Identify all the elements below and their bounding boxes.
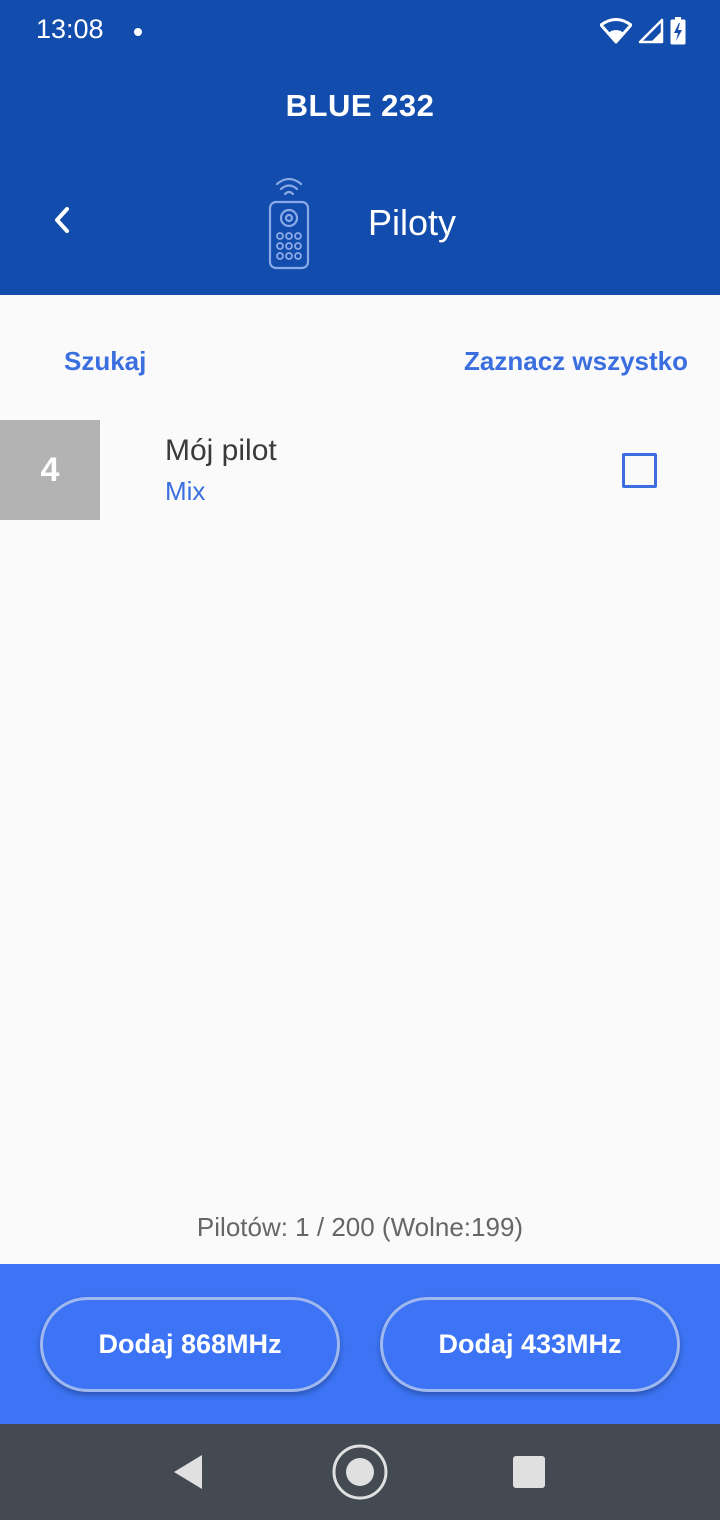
remote-select-checkbox[interactable] bbox=[622, 453, 657, 488]
bottom-action-bar: Dodaj 868MHz Dodaj 433MHz bbox=[0, 1264, 720, 1424]
add-433mhz-button[interactable]: Dodaj 433MHz bbox=[380, 1297, 680, 1392]
add-868mhz-button[interactable]: Dodaj 868MHz bbox=[40, 1297, 340, 1392]
cellular-signal-icon bbox=[638, 18, 664, 44]
remote-number-badge: 4 bbox=[0, 420, 100, 520]
status-bar: 13:08 bbox=[0, 0, 720, 64]
notification-dot-icon bbox=[134, 28, 142, 36]
remote-name: Mój pilot bbox=[165, 434, 277, 467]
battery-charging-icon bbox=[670, 17, 686, 45]
app-title: BLUE 232 bbox=[285, 88, 435, 123]
wifi-icon bbox=[600, 18, 632, 44]
screen-title: Piloty bbox=[368, 202, 457, 243]
remote-control-icon bbox=[268, 177, 310, 270]
nav-recents-icon[interactable] bbox=[513, 1456, 545, 1488]
remote-list-item[interactable]: 4 Mój pilot Mix bbox=[0, 420, 720, 520]
nav-back-icon[interactable] bbox=[170, 1452, 206, 1492]
status-icons bbox=[600, 16, 686, 46]
nav-home-icon[interactable] bbox=[331, 1443, 389, 1501]
select-all-link[interactable]: Zaznacz wszystko bbox=[464, 346, 688, 377]
status-time: 13:08 bbox=[36, 14, 104, 44]
chevron-left-icon bbox=[55, 207, 69, 233]
app-header: BLUE 232 Piloty bbox=[0, 64, 720, 295]
back-button[interactable] bbox=[40, 196, 84, 244]
remote-counter: Pilotów: 1 / 200 (Wolne:199) bbox=[196, 1212, 524, 1242]
system-nav-bar bbox=[0, 1424, 720, 1520]
remote-type: Mix bbox=[165, 476, 206, 506]
search-link[interactable]: Szukaj bbox=[64, 346, 146, 377]
